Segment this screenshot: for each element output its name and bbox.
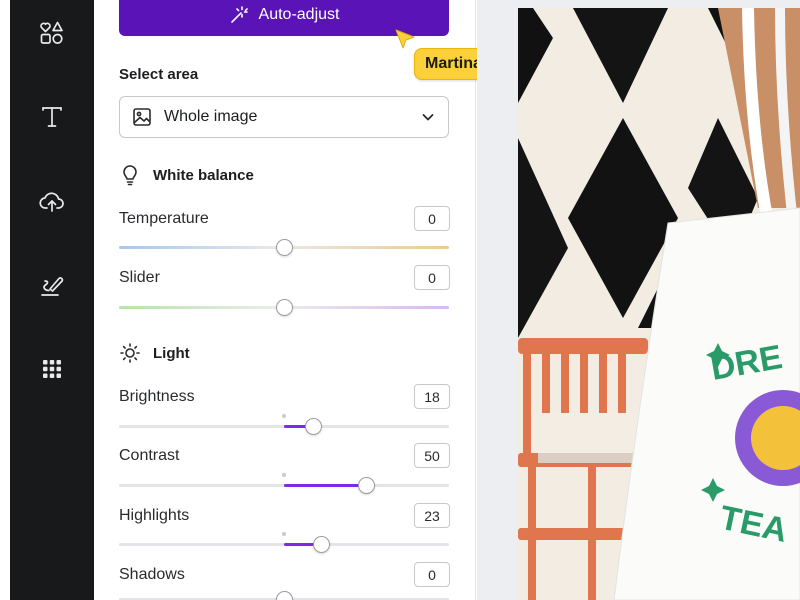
brightness-label: Brightness (119, 388, 195, 405)
side-toolbar (10, 0, 94, 600)
tint-slider-thumb[interactable] (275, 299, 293, 316)
brightness-value-input[interactable]: 18 (414, 384, 450, 409)
image-icon (133, 108, 151, 126)
center-marker (282, 532, 286, 536)
light-heading: Light (119, 342, 190, 364)
sun-icon (120, 343, 140, 363)
edge-strip (0, 0, 10, 600)
temperature-slider-thumb[interactable] (275, 239, 293, 256)
adjust-panel: Auto-adjust Select area Whole image Whit… (94, 0, 476, 600)
shadows-slider-thumb[interactable] (275, 591, 293, 600)
shadows-value-input[interactable]: 0 (414, 562, 450, 587)
select-area-value: Whole image (164, 108, 258, 125)
white-balance-label: White balance (153, 166, 254, 184)
select-area-dropdown[interactable]: Whole image (119, 96, 449, 138)
highlights-slider[interactable] (119, 532, 449, 553)
highlights-value-input[interactable]: 23 (414, 503, 450, 528)
tote-bag-photo: DRE TEA (518, 8, 800, 600)
apps-icon[interactable] (37, 354, 67, 384)
contrast-label: Contrast (119, 447, 180, 464)
contrast-slider-fill (284, 484, 367, 487)
magic-wand-icon (230, 6, 248, 23)
text-icon[interactable] (37, 102, 67, 132)
highlights-label: Highlights (119, 507, 190, 524)
temperature-value-input[interactable]: 0 (414, 206, 450, 231)
contrast-slider[interactable] (119, 473, 449, 494)
tint-slider[interactable] (119, 299, 449, 316)
center-marker (282, 473, 286, 477)
select-area-heading: Select area (119, 66, 199, 83)
white-balance-heading: White balance (119, 164, 254, 186)
lightbulb-icon (123, 165, 137, 186)
brightness-slider-thumb[interactable] (305, 418, 323, 435)
photo-editor: Auto-adjust Select area Whole image Whit… (0, 0, 800, 600)
highlights-slider-thumb[interactable] (313, 536, 331, 553)
light-label: Light (153, 344, 190, 362)
brightness-slider[interactable] (119, 414, 449, 435)
upload-icon[interactable] (37, 187, 67, 217)
slider-label: Slider (119, 269, 160, 286)
contrast-slider-thumb[interactable] (358, 477, 375, 494)
center-marker (282, 414, 286, 418)
temperature-label: Temperature (119, 210, 209, 227)
contrast-value-input[interactable]: 50 (414, 443, 450, 468)
collaborator-cursor-icon (395, 29, 415, 49)
chevron-down-icon (422, 114, 434, 121)
elements-icon[interactable] (37, 18, 67, 48)
draw-icon[interactable] (37, 271, 67, 301)
slider-value-input[interactable]: 0 (414, 265, 450, 290)
shadows-label: Shadows (119, 566, 185, 583)
design-image[interactable]: DRE TEA (518, 8, 800, 600)
temperature-slider[interactable] (119, 239, 449, 256)
auto-adjust-label: Auto-adjust (258, 6, 340, 23)
